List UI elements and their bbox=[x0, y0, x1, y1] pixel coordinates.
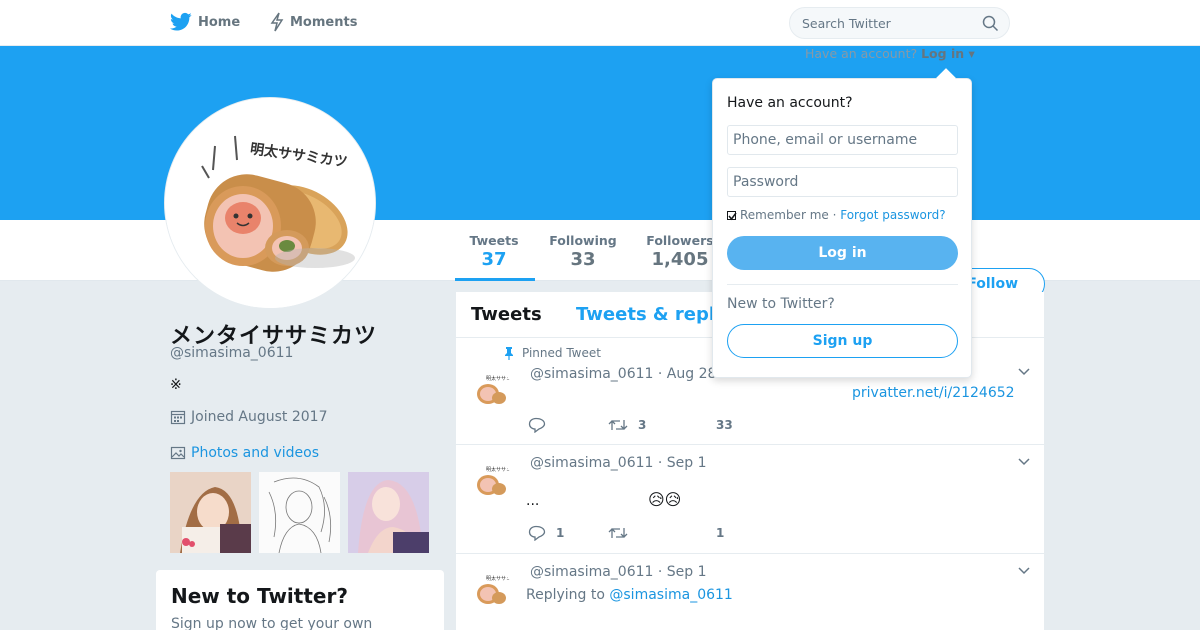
stat-tweets-value: 37 bbox=[481, 249, 507, 270]
have-account-text: Have an account? bbox=[805, 46, 918, 61]
remember-me-checkbox[interactable] bbox=[727, 210, 737, 220]
photos-label: Photos and videos bbox=[191, 445, 320, 461]
nav-home[interactable]: Home bbox=[170, 12, 240, 32]
password-field[interactable]: Password bbox=[727, 167, 958, 197]
profile-bio: ※ bbox=[170, 377, 182, 393]
pin-icon bbox=[505, 346, 513, 360]
tweet-actions: 1 1 bbox=[528, 525, 724, 541]
stat-followers-label: Followers bbox=[646, 233, 714, 248]
chevron-down-icon[interactable] bbox=[1018, 368, 1030, 376]
calendar-icon bbox=[170, 410, 186, 425]
retweet-icon bbox=[608, 420, 628, 430]
login-title: Have an account? bbox=[727, 95, 853, 111]
top-navigation-bar: Home Moments Search Twitter bbox=[0, 0, 1200, 46]
replying-to-handle[interactable]: @simasima_0611 bbox=[609, 587, 732, 603]
retweet-icon bbox=[608, 528, 628, 538]
have-account-prompt: Have an account? Log in ▾ bbox=[805, 46, 975, 61]
username-field[interactable]: Phone, email or username bbox=[727, 125, 958, 155]
katsu-illustration: 明太ササミカツ bbox=[165, 98, 375, 308]
like-count: 33 bbox=[716, 418, 733, 432]
tweet-emoji: 😥😥 bbox=[648, 490, 682, 509]
tweet-header[interactable]: @simasima_0611 · Sep 1 bbox=[530, 564, 707, 580]
reply-icon bbox=[528, 417, 546, 433]
stat-tweets-label: Tweets bbox=[469, 233, 519, 248]
stat-followers[interactable]: Followers 1,405 bbox=[644, 233, 716, 270]
reply-icon bbox=[528, 525, 546, 541]
login-button[interactable]: Log in bbox=[727, 236, 958, 270]
tab-tweets[interactable]: Tweets bbox=[471, 304, 542, 325]
chevron-down-icon[interactable] bbox=[1018, 567, 1030, 575]
search-input[interactable]: Search Twitter bbox=[789, 7, 1010, 39]
svg-text:明太ササミ: 明太ササミ bbox=[486, 466, 511, 473]
nav-moments-label: Moments bbox=[290, 14, 358, 30]
login-dropdown: Have an account? Phone, email or usernam… bbox=[712, 68, 972, 378]
remember-me-row: Remember me · Forgot password? bbox=[727, 208, 946, 222]
retweet-count: 3 bbox=[638, 418, 647, 432]
remember-me-label[interactable]: Remember me bbox=[740, 208, 829, 222]
check-icon bbox=[728, 212, 737, 220]
reply-count: 1 bbox=[556, 526, 565, 540]
tweet-text: ... bbox=[526, 493, 540, 509]
login-toggle[interactable]: Log in ▾ bbox=[921, 46, 975, 61]
media-thumb[interactable] bbox=[170, 472, 251, 553]
tweet-header[interactable]: @simasima_0611 · Aug 28 bbox=[530, 366, 716, 382]
tweet-link[interactable]: privatter.net/i/2124652 bbox=[852, 385, 1015, 401]
reply-action[interactable] bbox=[528, 417, 608, 433]
search-placeholder: Search Twitter bbox=[802, 15, 891, 31]
signup-button[interactable]: Sign up bbox=[727, 324, 958, 358]
profile-avatar[interactable]: 明太ササミカツ bbox=[164, 97, 376, 309]
media-thumb[interactable] bbox=[348, 472, 429, 553]
profile-handle[interactable]: @simasima_0611 bbox=[170, 345, 293, 361]
svg-text:明太ササミ: 明太ササミ bbox=[486, 575, 511, 582]
active-tab-indicator bbox=[455, 278, 535, 281]
new-to-twitter-subtitle: Sign up now to get your own bbox=[171, 616, 373, 630]
remember-separator: · bbox=[828, 208, 841, 222]
pinned-label: Pinned Tweet bbox=[522, 346, 601, 360]
like-count: 1 bbox=[716, 526, 725, 540]
like-action[interactable]: 1 bbox=[716, 526, 724, 540]
forgot-password-link[interactable]: Forgot password? bbox=[840, 208, 945, 222]
tweet-header[interactable]: @simasima_0611 · Sep 1 bbox=[530, 455, 707, 471]
tweet-avatar[interactable]: 明太ササミ bbox=[472, 461, 512, 501]
reply-action[interactable]: 1 bbox=[528, 525, 608, 541]
joined-date: Joined August 2017 bbox=[170, 409, 327, 425]
photos-and-videos-link[interactable]: Photos and videos bbox=[170, 445, 319, 461]
retweet-action[interactable]: 3 bbox=[608, 417, 716, 433]
media-thumbnails bbox=[170, 472, 429, 553]
replying-to: Replying to @simasima_0611 bbox=[526, 587, 733, 603]
lightning-icon bbox=[270, 12, 284, 32]
stat-following-label: Following bbox=[549, 233, 617, 248]
new-to-twitter-card: New to Twitter? Sign up now to get your … bbox=[156, 570, 444, 630]
chevron-down-icon[interactable] bbox=[1018, 458, 1030, 466]
tab-tweets-and-replies[interactable]: Tweets & repl bbox=[576, 304, 715, 325]
pinned-indicator: Pinned Tweet bbox=[504, 346, 601, 360]
replying-to-label: Replying to bbox=[526, 587, 605, 603]
stat-tweets[interactable]: Tweets 37 bbox=[462, 233, 526, 270]
tweet-actions: 3 33 bbox=[528, 417, 733, 433]
tweet-item[interactable]: 明太ササミ @simasima_0611 · Sep 1 ... 😥😥 1 1 bbox=[456, 445, 1044, 554]
joined-text: Joined August 2017 bbox=[191, 409, 328, 425]
like-action[interactable]: 33 bbox=[716, 418, 733, 432]
twitter-bird-icon bbox=[170, 12, 192, 31]
tweet-avatar[interactable]: 明太ササミ bbox=[472, 370, 512, 410]
nav-home-label: Home bbox=[198, 14, 241, 30]
stat-followers-value: 1,405 bbox=[651, 249, 709, 270]
dropdown-divider bbox=[727, 284, 958, 285]
login-toggle-label: Log in bbox=[921, 46, 965, 61]
search-icon[interactable] bbox=[982, 15, 999, 32]
svg-text:明太ササミ: 明太ササミ bbox=[486, 375, 511, 382]
media-thumb[interactable] bbox=[259, 472, 340, 553]
nav-moments[interactable]: Moments bbox=[270, 12, 357, 32]
new-to-twitter-title: New to Twitter? bbox=[171, 584, 348, 608]
tweet-avatar[interactable]: 明太ササミ bbox=[472, 570, 512, 610]
retweet-action[interactable] bbox=[608, 525, 716, 541]
stat-following-value: 33 bbox=[570, 249, 596, 270]
image-icon bbox=[170, 446, 186, 460]
stat-following[interactable]: Following 33 bbox=[548, 233, 618, 270]
tweet-item[interactable]: 明太ササミ @simasima_0611 · Sep 1 Replying to… bbox=[456, 554, 1044, 630]
new-to-twitter-label: New to Twitter? bbox=[727, 296, 835, 312]
